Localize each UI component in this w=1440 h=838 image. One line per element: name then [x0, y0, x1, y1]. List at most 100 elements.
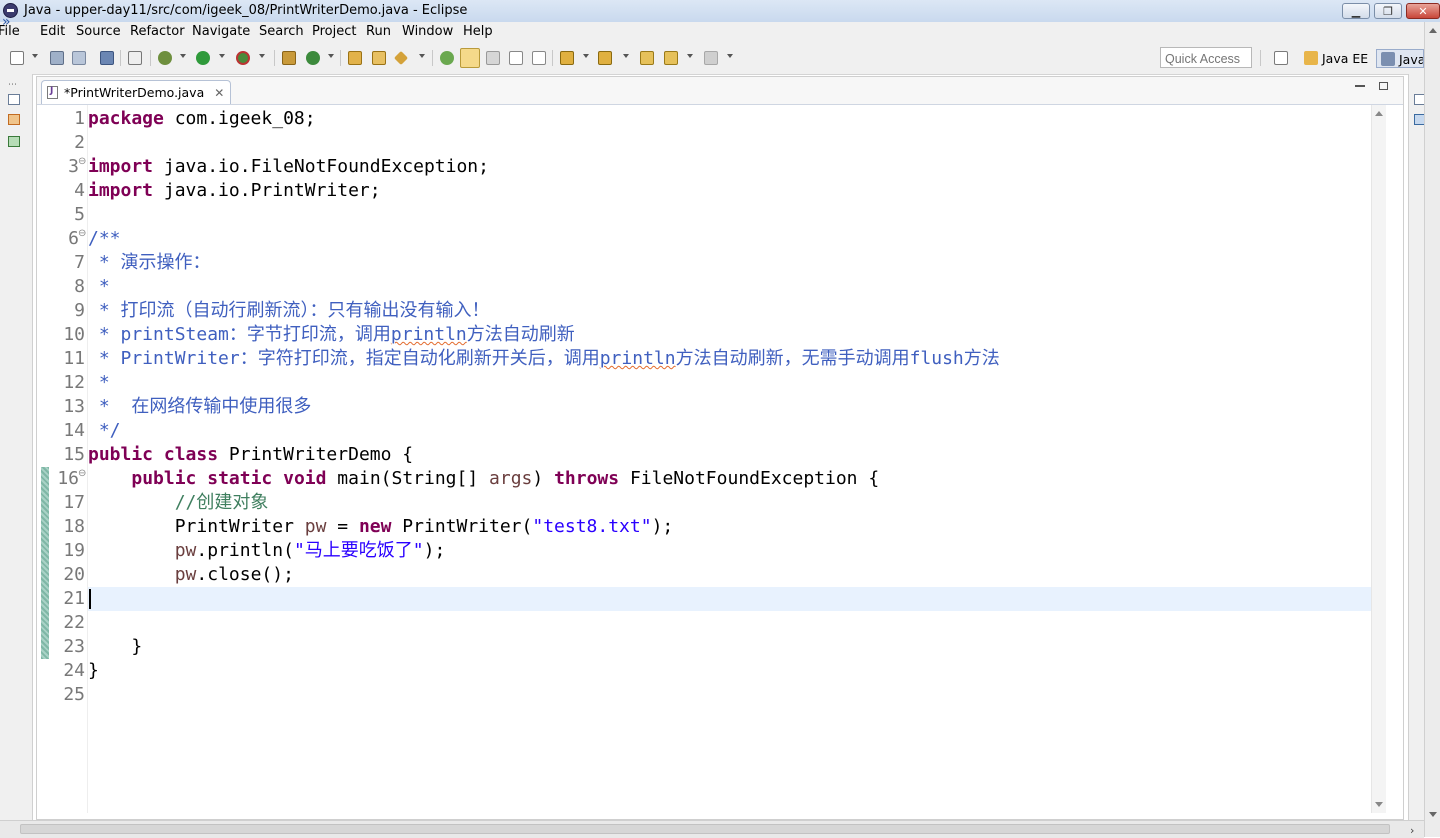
code-token: PrintWriter( [391, 516, 533, 537]
fold-collapse-icon[interactable]: ⊖ [78, 468, 86, 479]
back-dropdown-icon[interactable] [687, 54, 693, 58]
perspective-java[interactable]: Java [1376, 49, 1424, 68]
scroll-up-icon[interactable] [1429, 28, 1437, 33]
toggle-highlight-icon[interactable] [460, 48, 480, 68]
new-dropdown-icon[interactable] [32, 54, 38, 58]
toggle-block-selection-icon[interactable] [486, 51, 500, 65]
scroll-down-icon[interactable] [1429, 812, 1437, 817]
code-line: * 在网络传输中使用很多 [88, 395, 312, 419]
open-perspective-icon[interactable] [1274, 51, 1288, 65]
maximize-view-icon[interactable] [1379, 82, 1388, 90]
run-dropdown-icon[interactable] [219, 54, 225, 58]
code-line: pw.println("马上要吃饭了"); [88, 539, 446, 563]
debug-icon[interactable] [158, 51, 172, 65]
scroll-right-icon[interactable]: › [1410, 824, 1414, 837]
new-class-dropdown-icon[interactable] [328, 54, 334, 58]
run-icon[interactable] [196, 51, 210, 65]
forward-dropdown-icon[interactable] [727, 54, 733, 58]
debug-dropdown-icon[interactable] [180, 54, 186, 58]
code-token: pw [174, 540, 197, 561]
right-trim-bar [1408, 74, 1426, 820]
code-line: * PrintWriter：字符打印流，指定自动化刷新开关后，调用println… [88, 347, 1000, 371]
perspective-java-ee[interactable]: Java EE [1300, 49, 1372, 68]
code-token: class [163, 444, 219, 465]
code-token: = [326, 516, 359, 537]
search-dropdown-icon[interactable] [419, 54, 425, 58]
skip-breakpoints-icon[interactable] [128, 51, 142, 65]
line-number: 4 [74, 180, 85, 201]
menu-window[interactable]: Window [402, 24, 453, 39]
last-edit-location-icon[interactable] [640, 51, 654, 65]
back-icon[interactable] [664, 51, 678, 65]
show-paragraph-icon[interactable] [532, 51, 546, 65]
maximize-button[interactable]: ❐ [1374, 3, 1402, 19]
quick-access-input[interactable] [1160, 47, 1252, 68]
code-line: import java.io.FileNotFoundException; [88, 155, 489, 179]
quick-diff-ruler [37, 105, 51, 813]
menu-edit[interactable]: Edit [40, 24, 65, 39]
drag-handle-icon[interactable]: ⋯ [8, 80, 17, 90]
code-text-area[interactable]: package com.igeek_08; import java.io.File… [87, 105, 1372, 813]
menu-search[interactable]: Search [259, 24, 304, 39]
type-hierarchy-icon[interactable] [8, 136, 20, 147]
menu-help[interactable]: Help [463, 24, 493, 39]
search-icon[interactable] [393, 50, 409, 66]
line-number: 1 [74, 108, 85, 129]
next-annotation-dropdown-icon[interactable] [583, 54, 589, 58]
scrollbar-thumb[interactable] [20, 824, 1390, 834]
code-token: java.io.FileNotFoundException; [153, 156, 489, 177]
menu-file[interactable]: File [0, 24, 20, 39]
line-number: 17 [63, 492, 85, 513]
external-tools-icon[interactable] [236, 51, 250, 65]
new-java-class-icon[interactable] [306, 51, 320, 65]
next-annotation-icon[interactable] [560, 51, 574, 65]
line-number: 13 [63, 396, 85, 417]
code-line: pw.close(); [88, 563, 294, 587]
menu-source[interactable]: Source [76, 24, 121, 39]
minimize-button[interactable]: ▁ [1342, 3, 1370, 19]
code-token: /** [88, 228, 121, 249]
scroll-up-icon[interactable] [1375, 111, 1383, 116]
menu-run[interactable]: Run [366, 24, 391, 39]
code-line: * [88, 275, 110, 299]
line-number: 24 [63, 660, 85, 681]
line-number: 19 [63, 540, 85, 561]
fold-collapse-icon[interactable]: ⊖ [78, 228, 86, 239]
new-icon[interactable] [10, 51, 24, 65]
open-type-icon[interactable] [348, 51, 362, 65]
save-all-icon[interactable] [72, 51, 86, 65]
forward-icon[interactable] [704, 51, 718, 65]
new-java-package-icon[interactable] [282, 51, 296, 65]
window-vertical-scrollbar[interactable] [1424, 22, 1440, 837]
previous-annotation-icon[interactable] [598, 51, 612, 65]
menu-navigate[interactable]: Navigate [192, 24, 250, 39]
code-line: * 演示操作： [88, 251, 211, 275]
code-token: "test8.txt" [532, 516, 652, 537]
horizontal-scrollbar[interactable]: › [0, 820, 1424, 838]
menu-refactor[interactable]: Refactor [130, 24, 185, 39]
open-task-icon[interactable] [372, 51, 386, 65]
line-number: 12 [63, 372, 85, 393]
window-title: Java - upper-day11/src/com/igeek_08/Prin… [24, 3, 468, 18]
code-line: import java.io.PrintWriter; [88, 179, 381, 203]
code-token: "马上要吃饭了" [293, 540, 424, 561]
scroll-down-icon[interactable] [1375, 802, 1383, 807]
external-tools-dropdown-icon[interactable] [259, 54, 265, 58]
restore-view-icon[interactable] [8, 94, 20, 105]
menu-project[interactable]: Project [312, 24, 356, 39]
show-whitespace-icon[interactable] [509, 51, 523, 65]
minimize-view-icon[interactable] [1355, 85, 1365, 87]
line-number: 8 [74, 276, 85, 297]
toggle-mark-occurrences-icon[interactable] [440, 51, 454, 65]
print-icon[interactable] [100, 51, 114, 65]
code-token: public [88, 444, 154, 465]
fold-collapse-icon[interactable]: ⊖ [78, 156, 86, 167]
save-icon[interactable] [50, 51, 64, 65]
close-tab-icon[interactable]: ✕ [214, 86, 224, 100]
close-button[interactable]: ✕ [1406, 3, 1440, 19]
tab-printwriterdemo-java[interactable]: *PrintWriterDemo.java ✕ [41, 80, 232, 104]
editor-vertical-scrollbar[interactable] [1371, 105, 1386, 813]
previous-annotation-dropdown-icon[interactable] [623, 54, 629, 58]
package-explorer-icon[interactable] [8, 114, 20, 125]
